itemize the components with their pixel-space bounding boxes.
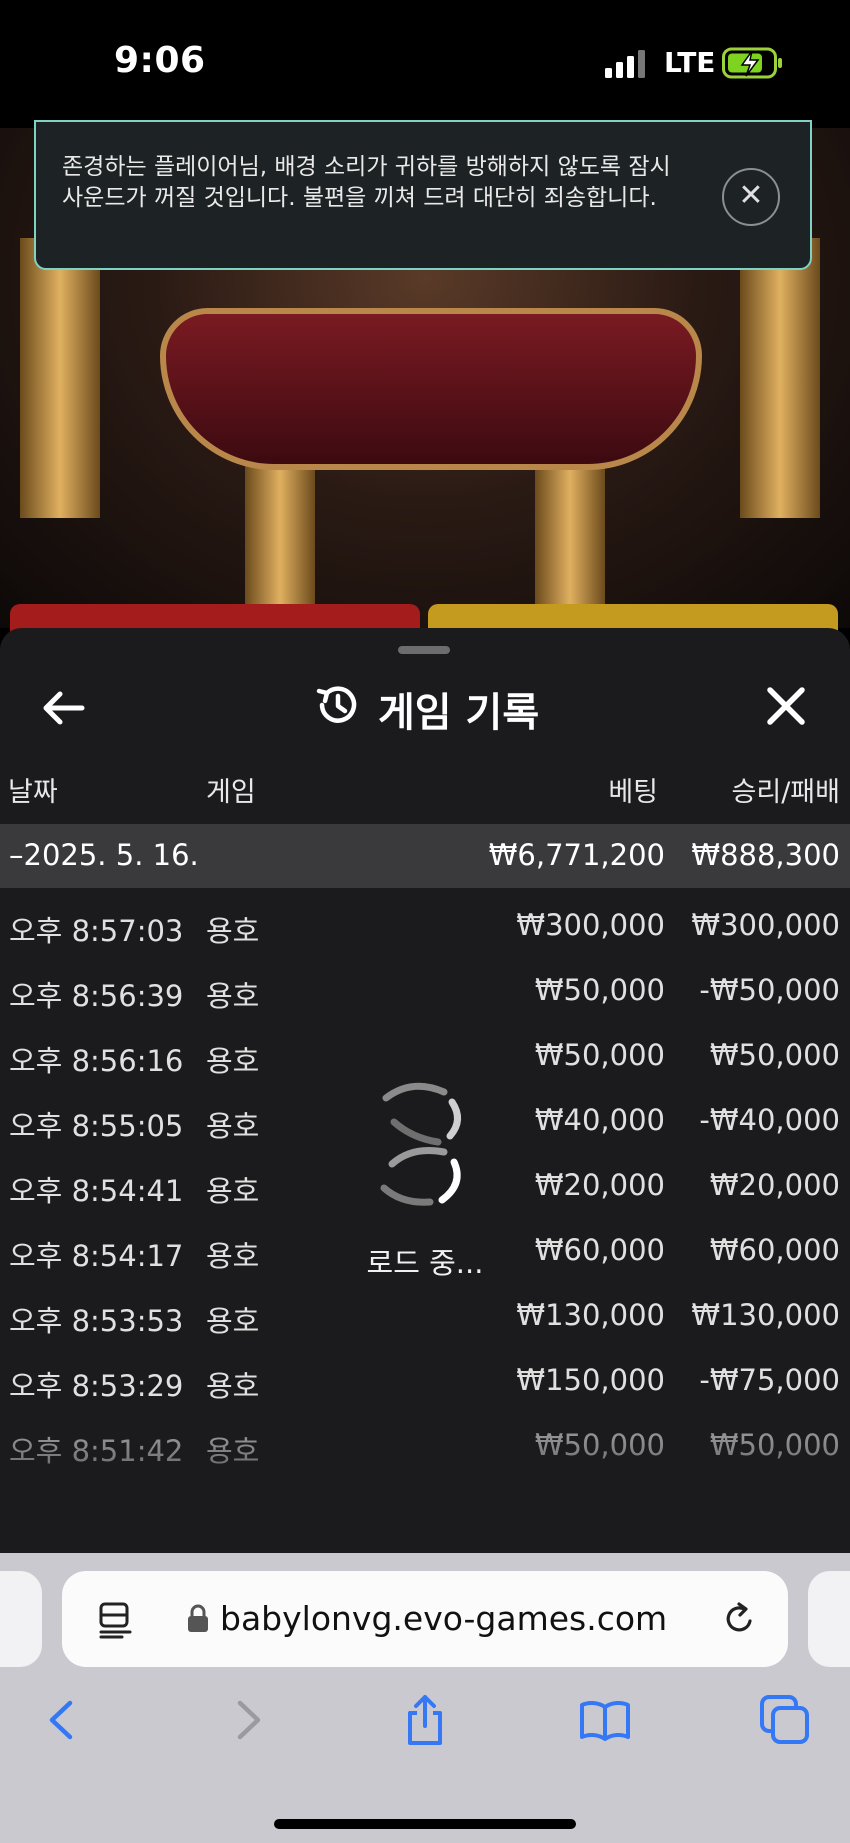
home-indicator[interactable] <box>274 1819 576 1829</box>
row-game: 용호 <box>206 1044 260 1078</box>
sound-notice-banner: 존경하는 플레이어님, 배경 소리가 귀하를 방해하지 않도록 잠시 사운드가 … <box>34 120 812 270</box>
notice-close-button[interactable]: ✕ <box>722 168 780 226</box>
row-bet: ₩40,000 <box>534 1103 665 1137</box>
row-bet: ₩20,000 <box>534 1168 665 1202</box>
row-game: 용호 <box>206 1304 260 1338</box>
table-row[interactable]: 오후 8:53:29 용호 ₩150,000 -₩75,000 <box>0 1349 850 1414</box>
table-row[interactable]: 오후 8:53:53 용호 ₩130,000 ₩130,000 <box>0 1284 850 1349</box>
row-game: 용호 <box>206 979 260 1013</box>
address-bar[interactable]: babylonvg.evo-games.com <box>62 1571 788 1667</box>
battery-charging-icon <box>722 47 782 79</box>
panel-title: 게임 기록 <box>378 690 540 736</box>
loading-text: 로드 중... <box>366 1246 484 1280</box>
row-game: 용호 <box>206 914 260 948</box>
row-time: 오후 8:54:17 <box>9 1239 184 1273</box>
row-bet: ₩50,000 <box>534 973 665 1007</box>
row-winloss: ₩50,000 <box>709 1038 840 1072</box>
status-bar: 9:06 LTE <box>0 0 850 128</box>
date-group-row[interactable]: –2025. 5. 16. ₩6,771,200 ₩888,300 <box>0 824 850 888</box>
row-time: 오후 8:53:29 <box>9 1369 184 1403</box>
date-group-bet-total: ₩6,771,200 <box>488 838 665 872</box>
status-time: 9:06 <box>114 40 206 81</box>
row-bet: ₩60,000 <box>534 1233 665 1267</box>
forward-icon[interactable] <box>220 1693 274 1747</box>
row-game: 용호 <box>206 1239 260 1273</box>
panel-drag-handle[interactable] <box>398 646 450 654</box>
row-game: 용호 <box>206 1174 260 1208</box>
history-icon <box>316 686 357 723</box>
row-time: 오후 8:54:41 <box>9 1174 184 1208</box>
back-arrow-icon[interactable] <box>38 686 88 730</box>
column-header-game[interactable]: 게임 <box>206 770 256 809</box>
tabs-icon[interactable] <box>758 1693 812 1747</box>
close-icon[interactable] <box>762 682 810 730</box>
row-time: 오후 8:55:05 <box>9 1109 184 1143</box>
column-header-bet[interactable]: 베팅 <box>608 770 658 809</box>
cellular-signal-icon <box>605 50 645 78</box>
row-time: 오후 8:56:39 <box>9 979 184 1013</box>
column-header-date[interactable]: 날짜 <box>8 770 58 809</box>
column-header-winloss[interactable]: 승리/패배 <box>732 770 840 809</box>
network-type: LTE <box>664 46 716 79</box>
row-bet: ₩150,000 <box>516 1363 665 1397</box>
share-icon[interactable] <box>398 1693 452 1747</box>
url-text[interactable]: babylonvg.evo-games.com <box>220 1599 667 1638</box>
game-history-panel: 게임 기록 날짜 게임 베팅 승리/패배 –2025. 5. 16. ₩6,77… <box>0 628 850 1553</box>
row-bet: ₩130,000 <box>516 1298 665 1332</box>
row-time: 오후 8:57:03 <box>9 914 184 948</box>
list-fade-overlay <box>0 1438 850 1553</box>
bookmarks-icon[interactable] <box>578 1693 632 1747</box>
row-time: 오후 8:53:53 <box>9 1304 184 1338</box>
row-bet: ₩300,000 <box>516 908 665 942</box>
back-icon[interactable] <box>36 1693 90 1747</box>
row-winloss: -₩50,000 <box>699 973 840 1007</box>
row-bet: ₩50,000 <box>534 1038 665 1072</box>
previous-tab-preview[interactable] <box>0 1571 42 1667</box>
date-group-winloss-total: ₩888,300 <box>691 838 840 872</box>
row-winloss: -₩40,000 <box>699 1103 840 1137</box>
date-group-label: –2025. 5. 16. <box>9 838 199 872</box>
row-winloss: ₩20,000 <box>709 1168 840 1202</box>
next-tab-preview[interactable] <box>808 1571 850 1667</box>
table-row[interactable]: 오후 8:56:39 용호 ₩50,000 -₩50,000 <box>0 959 850 1024</box>
row-winloss: ₩300,000 <box>691 908 840 942</box>
row-game: 용호 <box>206 1109 260 1143</box>
row-winloss: ₩60,000 <box>709 1233 840 1267</box>
table-row[interactable]: 오후 8:57:03 용호 ₩300,000 ₩300,000 <box>0 894 850 959</box>
page-menu-icon[interactable] <box>98 1601 134 1639</box>
loading-spinner-icon <box>380 1082 461 1206</box>
lock-icon <box>188 1604 208 1632</box>
reload-icon[interactable] <box>722 1601 758 1637</box>
notice-text: 존경하는 플레이어님, 배경 소리가 귀하를 방해하지 않도록 잠시 사운드가 … <box>62 154 671 211</box>
row-time: 오후 8:56:16 <box>9 1044 184 1078</box>
row-winloss: -₩75,000 <box>699 1363 840 1397</box>
dealer-table <box>160 308 702 470</box>
browser-toolbar: babylonvg.evo-games.com <box>0 1553 850 1843</box>
row-winloss: ₩130,000 <box>691 1298 840 1332</box>
row-game: 용호 <box>206 1369 260 1403</box>
